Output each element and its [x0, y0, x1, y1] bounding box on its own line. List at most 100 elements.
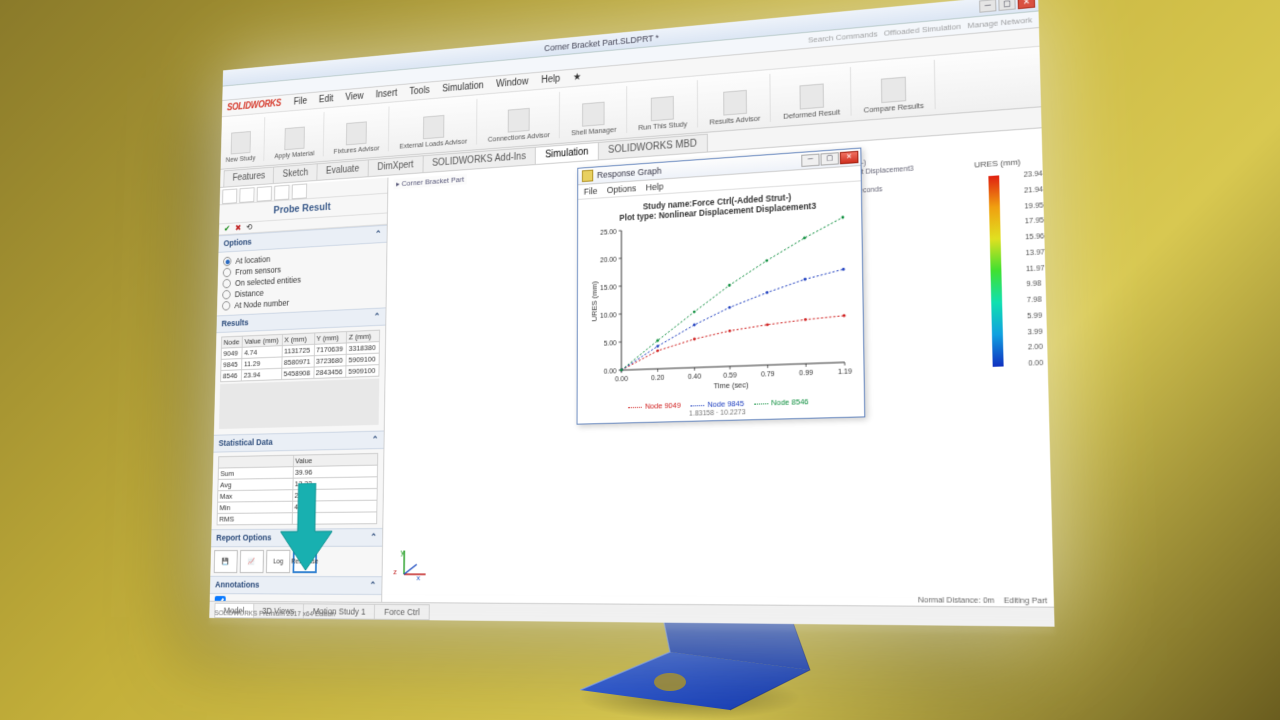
- pm-icon-1[interactable]: [222, 188, 237, 204]
- svg-text:25.00: 25.00: [600, 229, 617, 237]
- tab-addins[interactable]: SOLIDWORKS Add-Ins: [422, 147, 536, 173]
- pm-icon-4[interactable]: [274, 185, 289, 201]
- graph-min-button[interactable]: ─: [801, 154, 819, 167]
- menu-tools[interactable]: Tools: [403, 83, 436, 100]
- menu-edit[interactable]: Edit: [313, 91, 340, 107]
- svg-text:0.00: 0.00: [615, 376, 628, 384]
- radio-selected-entities[interactable]: [222, 279, 230, 289]
- tab-evaluate[interactable]: Evaluate: [316, 159, 368, 180]
- bottom-tab-3dviews[interactable]: 3D Views: [253, 602, 305, 618]
- svg-text:20.00: 20.00: [600, 256, 617, 264]
- menu-file[interactable]: File: [288, 94, 313, 110]
- material-icon: [284, 126, 305, 150]
- save-results-button[interactable]: 💾: [214, 550, 238, 573]
- table-row[interactable]: 90494.74113172571706393318380: [221, 342, 379, 360]
- ribbon-run[interactable]: Run This Study: [638, 80, 698, 132]
- radio-node-number[interactable]: [222, 301, 230, 311]
- table-row[interactable]: 854623.94545890828434565909100: [221, 365, 379, 382]
- pm-icon-2[interactable]: [239, 187, 254, 203]
- pm-header-icons: [220, 178, 388, 206]
- bottom-tab-model[interactable]: Model: [214, 602, 254, 618]
- loads-icon: [423, 115, 444, 139]
- ribbon-shell[interactable]: Shell Manager: [571, 86, 627, 137]
- graph-max-button[interactable]: ▢: [820, 152, 838, 165]
- stats-header: Statistical Data: [218, 437, 272, 449]
- edition-label: SOLIDWORKS Premium 2017 x64 Edition: [214, 608, 335, 618]
- collapse-icon[interactable]: ⌃: [372, 435, 379, 446]
- maximize-button[interactable]: ▢: [998, 0, 1015, 11]
- ribbon-compare[interactable]: Compare Results: [863, 60, 936, 115]
- svg-text:10.00: 10.00: [600, 312, 617, 320]
- shell-icon: [583, 101, 605, 126]
- svg-text:0.20: 0.20: [651, 375, 664, 383]
- tab-simulation[interactable]: Simulation: [535, 142, 599, 164]
- graph-close-button[interactable]: ✕: [840, 151, 859, 165]
- graphics-viewport[interactable]: ▸ Corner Bracket Part Corner Bracket Par…: [382, 130, 1054, 606]
- fixtures-icon: [346, 121, 367, 145]
- svg-text:0.40: 0.40: [688, 373, 702, 381]
- ribbon-deformed[interactable]: Deformed Result: [783, 67, 852, 121]
- results-header: Results: [221, 318, 248, 329]
- show-node-checkbox[interactable]: [215, 596, 226, 609]
- pm-ok-button[interactable]: ✔: [224, 224, 230, 234]
- svg-text:0.59: 0.59: [723, 372, 737, 380]
- property-manager: Probe Result ✔ ✖ ⟲ Options⌃ At location …: [210, 178, 389, 602]
- options-header: Options: [223, 237, 251, 249]
- tab-features[interactable]: Features: [223, 167, 274, 187]
- deformed-icon: [799, 83, 823, 109]
- connections-icon: [508, 108, 530, 133]
- tab-sketch[interactable]: Sketch: [273, 163, 317, 183]
- close-button[interactable]: ✕: [1018, 0, 1036, 9]
- svg-text:Time (sec): Time (sec): [714, 380, 749, 391]
- menu-help[interactable]: Help: [535, 71, 567, 88]
- pm-icon-3[interactable]: [257, 186, 272, 202]
- svg-text:URES (mm): URES (mm): [590, 281, 599, 321]
- collapse-icon[interactable]: ⌃: [375, 229, 382, 240]
- radio-from-sensors[interactable]: [223, 268, 231, 278]
- menu-view[interactable]: View: [339, 89, 370, 106]
- menu-star-icon[interactable]: ★: [566, 69, 587, 85]
- ribbon-connections[interactable]: Connections Advisor: [488, 92, 561, 144]
- report-header: Report Options: [216, 533, 271, 544]
- pm-icon-5[interactable]: [292, 183, 307, 199]
- collapse-icon[interactable]: ⌃: [370, 532, 377, 543]
- minimize-button[interactable]: ─: [979, 0, 996, 13]
- tab-dimxpert[interactable]: DimXpert: [368, 155, 424, 176]
- manage-network-link[interactable]: Manage Network: [967, 15, 1032, 30]
- menu-simulation[interactable]: Simulation: [436, 78, 490, 97]
- response-graph-window[interactable]: Response Graph ─ ▢ ✕ File Options Help: [577, 148, 866, 425]
- graph-menu-file[interactable]: File: [584, 186, 598, 197]
- radio-at-location[interactable]: [223, 257, 231, 267]
- svg-text:15.00: 15.00: [600, 284, 617, 292]
- menu-window[interactable]: Window: [490, 74, 535, 92]
- pm-pushpin-icon[interactable]: ⟲: [246, 222, 252, 233]
- collapse-icon[interactable]: ⌃: [369, 580, 376, 591]
- graph-menu-options[interactable]: Options: [607, 183, 636, 195]
- ribbon-external-loads[interactable]: External Loads Advisor: [399, 99, 477, 151]
- table-row[interactable]: 984511.29858097137236805909100: [221, 353, 379, 370]
- menu-insert[interactable]: Insert: [369, 86, 403, 103]
- collapse-icon[interactable]: ⌃: [374, 311, 381, 322]
- pm-cancel-button[interactable]: ✖: [235, 223, 241, 234]
- ribbon-fixtures[interactable]: Fixtures Advisor: [334, 106, 390, 155]
- plot-button[interactable]: 📈: [240, 550, 264, 573]
- app-logo: SOLIDWORKS: [227, 98, 281, 113]
- graph-plot-area: Study name:Force Ctrl(-Added Strut-) Plo…: [578, 181, 864, 402]
- svg-text:1.19: 1.19: [838, 368, 852, 376]
- tree-part-label: ▸: [396, 179, 402, 188]
- pm-title: Probe Result: [219, 194, 387, 225]
- graph-window-title: Response Graph: [597, 166, 662, 180]
- radio-distance[interactable]: [222, 290, 230, 300]
- graph-window-icon: [582, 169, 593, 181]
- graph-menu-help[interactable]: Help: [646, 181, 664, 192]
- annotations-header: Annotations: [215, 580, 259, 591]
- ribbon-apply-material[interactable]: Apply Material: [274, 112, 324, 160]
- stats-table: Value Sum39.96 Avg13.32 Max23.94 Min4.74…: [217, 453, 379, 525]
- svg-text:0.99: 0.99: [799, 370, 813, 378]
- response-button[interactable]: Response: [292, 550, 317, 573]
- bottom-tab-forcectrl[interactable]: Force Ctrl: [374, 603, 429, 619]
- bottom-tab-motion[interactable]: Motion Study 1: [303, 603, 375, 619]
- log-button[interactable]: Log: [266, 550, 290, 573]
- ribbon-new-study[interactable]: New Study: [226, 117, 266, 164]
- ribbon-results-advisor[interactable]: Results Advisor: [709, 74, 771, 127]
